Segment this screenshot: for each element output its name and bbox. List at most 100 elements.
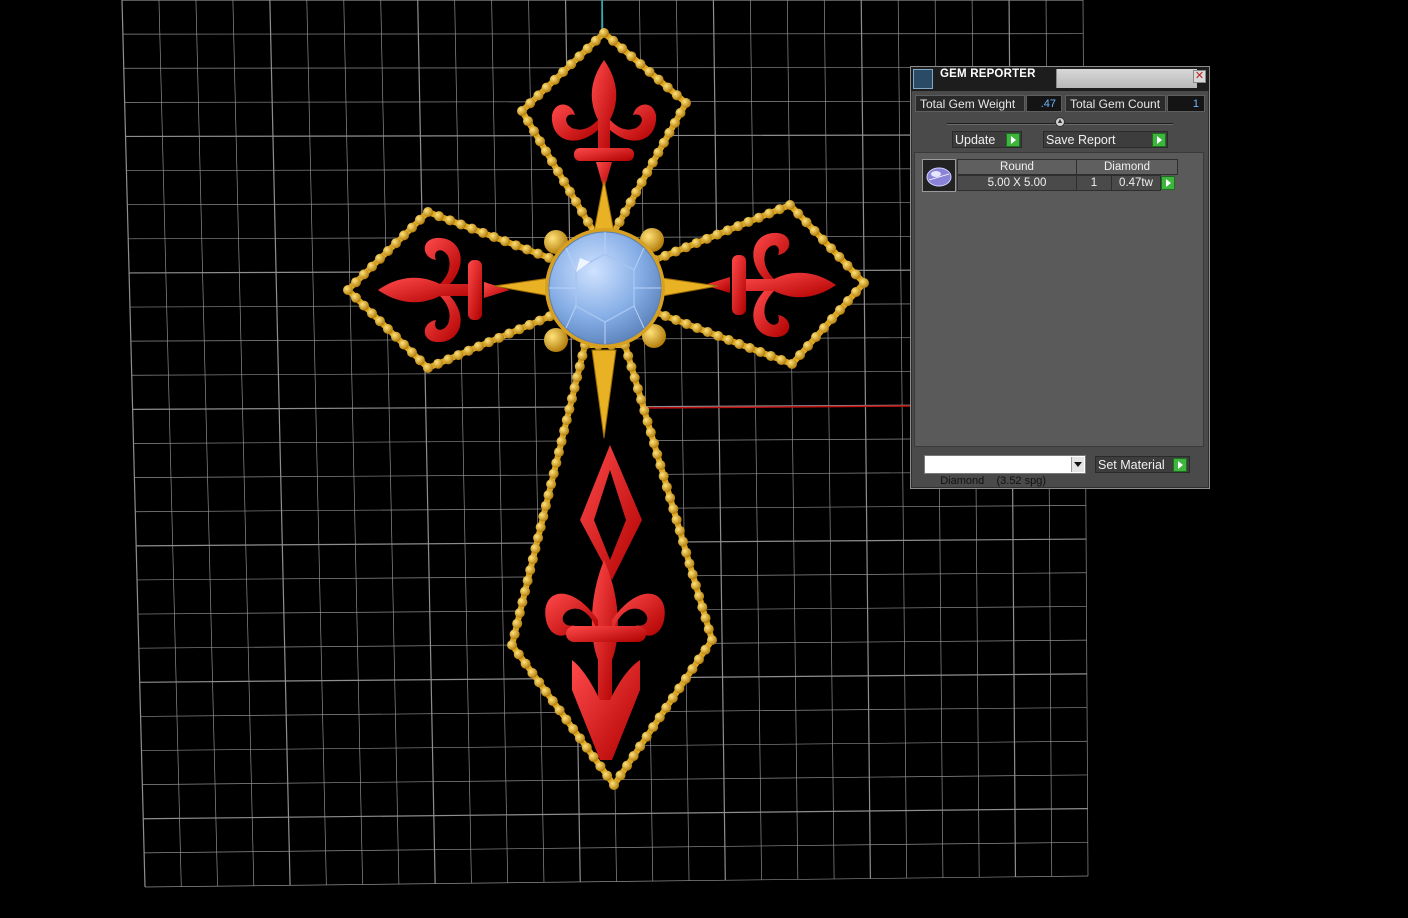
material-select[interactable]: Diamond (3.52 spg) [924, 455, 1086, 487]
gold-bead [483, 337, 494, 348]
gold-bead [512, 618, 523, 629]
close-icon[interactable]: ✕ [1193, 70, 1206, 83]
gem-shape-cell: Round [957, 159, 1077, 175]
gold-bead [568, 724, 579, 734]
gold-bead [399, 230, 409, 241]
gold-bead [693, 654, 704, 665]
gold-bead [692, 323, 703, 333]
gold-bead [399, 339, 409, 350]
gold-bead [744, 343, 755, 353]
gold-bead [588, 752, 599, 762]
gold-bead [835, 305, 845, 315]
gem-row-action-icon[interactable] [1161, 176, 1175, 190]
gold-bead [543, 490, 554, 500]
gold-bead [577, 350, 588, 361]
gold-bead [546, 479, 557, 490]
gold-bead [774, 204, 785, 215]
gold-bead [661, 482, 672, 493]
gold-bead [669, 117, 680, 128]
gold-bead [626, 361, 637, 372]
gold-bead [583, 216, 593, 227]
gold-bead [423, 363, 433, 373]
gold-bead [687, 569, 698, 580]
set-material-button[interactable]: Set Material [1095, 456, 1190, 473]
gold-bead [415, 214, 425, 225]
gold-bead [547, 156, 557, 167]
gold-bead [467, 223, 477, 234]
gold-bead [635, 59, 646, 70]
gold-bead [615, 770, 626, 781]
gold-bead [625, 197, 636, 208]
gold-bead [569, 382, 580, 393]
gem-material-cell: Diamond [1076, 159, 1178, 175]
gold-bead [511, 240, 521, 251]
update-button-label: Update [955, 133, 996, 147]
gold-bead [713, 331, 724, 341]
gold-bead [535, 136, 545, 147]
gold-bead [574, 361, 585, 372]
round-gem-icon [922, 159, 956, 192]
gold-bead [681, 547, 692, 558]
gold-bead [514, 607, 525, 618]
gold-bead [653, 74, 664, 85]
gold-bead [541, 686, 551, 697]
gem-list[interactable]: Round Diamond 5.00 X 5.00 1 0.47tw [914, 152, 1204, 447]
gold-bead [843, 296, 853, 306]
gold-bead [809, 226, 820, 236]
center-round-stone [545, 228, 665, 348]
gold-bead [517, 106, 527, 116]
gold-bead [554, 705, 565, 716]
gold-bead [722, 225, 733, 236]
gem-weight-cell: 0.47tw [1111, 175, 1161, 191]
gold-bead [383, 324, 393, 334]
gold-bead [533, 90, 544, 101]
title-drag-area[interactable] [1056, 69, 1197, 88]
gold-bead [743, 216, 754, 227]
gold-bead [655, 460, 666, 471]
gold-bead [702, 327, 713, 337]
gold-bead [733, 221, 744, 232]
save-report-button-label: Save Report [1046, 133, 1116, 147]
gem-reporter-app-icon [913, 69, 933, 89]
gold-bead [581, 742, 592, 753]
gold-bead [654, 712, 665, 723]
gold-bead [635, 741, 646, 752]
title-bar[interactable]: GEM REPORTER ✕ [911, 67, 1209, 91]
gem-count-cell: 1 [1076, 175, 1112, 191]
gold-bead [674, 683, 685, 694]
gold-bead [351, 292, 361, 303]
gold-bead [617, 43, 628, 54]
gold-bead [670, 246, 681, 257]
cross-pendant[interactable] [343, 28, 869, 790]
gold-bead [541, 146, 551, 157]
save-report-button[interactable]: Save Report [1043, 131, 1168, 148]
gem-reporter-panel[interactable]: GEM REPORTER ✕ Total Gem Weight .47 Tota… [910, 66, 1210, 489]
gold-bead [351, 277, 361, 288]
gold-bead [520, 658, 531, 669]
collapse-icon[interactable]: ▲ [1055, 117, 1065, 127]
gold-bead [367, 308, 377, 319]
gold-bead [575, 733, 585, 744]
gold-bead [622, 760, 633, 771]
gold-bead [765, 351, 776, 361]
total-gem-count-value: 1 [1167, 95, 1205, 112]
gold-bead [558, 67, 568, 77]
gold-bead [434, 211, 444, 222]
gold-bead [443, 354, 454, 365]
gold-bead [681, 319, 692, 329]
gold-bead [566, 59, 577, 70]
gold-bead [661, 702, 672, 713]
gold-bead [697, 602, 708, 613]
gold-bead [533, 248, 543, 259]
update-button[interactable]: Update [952, 131, 1022, 148]
gold-bead [819, 323, 829, 333]
chevron-down-icon[interactable] [1071, 457, 1084, 472]
gold-bead [811, 332, 821, 342]
gold-bead [359, 269, 369, 280]
gold-bead [599, 28, 609, 38]
gold-bead [712, 229, 723, 240]
gold-bead [644, 66, 655, 77]
gold-bead [572, 372, 583, 383]
gold-bead [645, 427, 656, 438]
play-arrow-icon [1006, 133, 1020, 147]
